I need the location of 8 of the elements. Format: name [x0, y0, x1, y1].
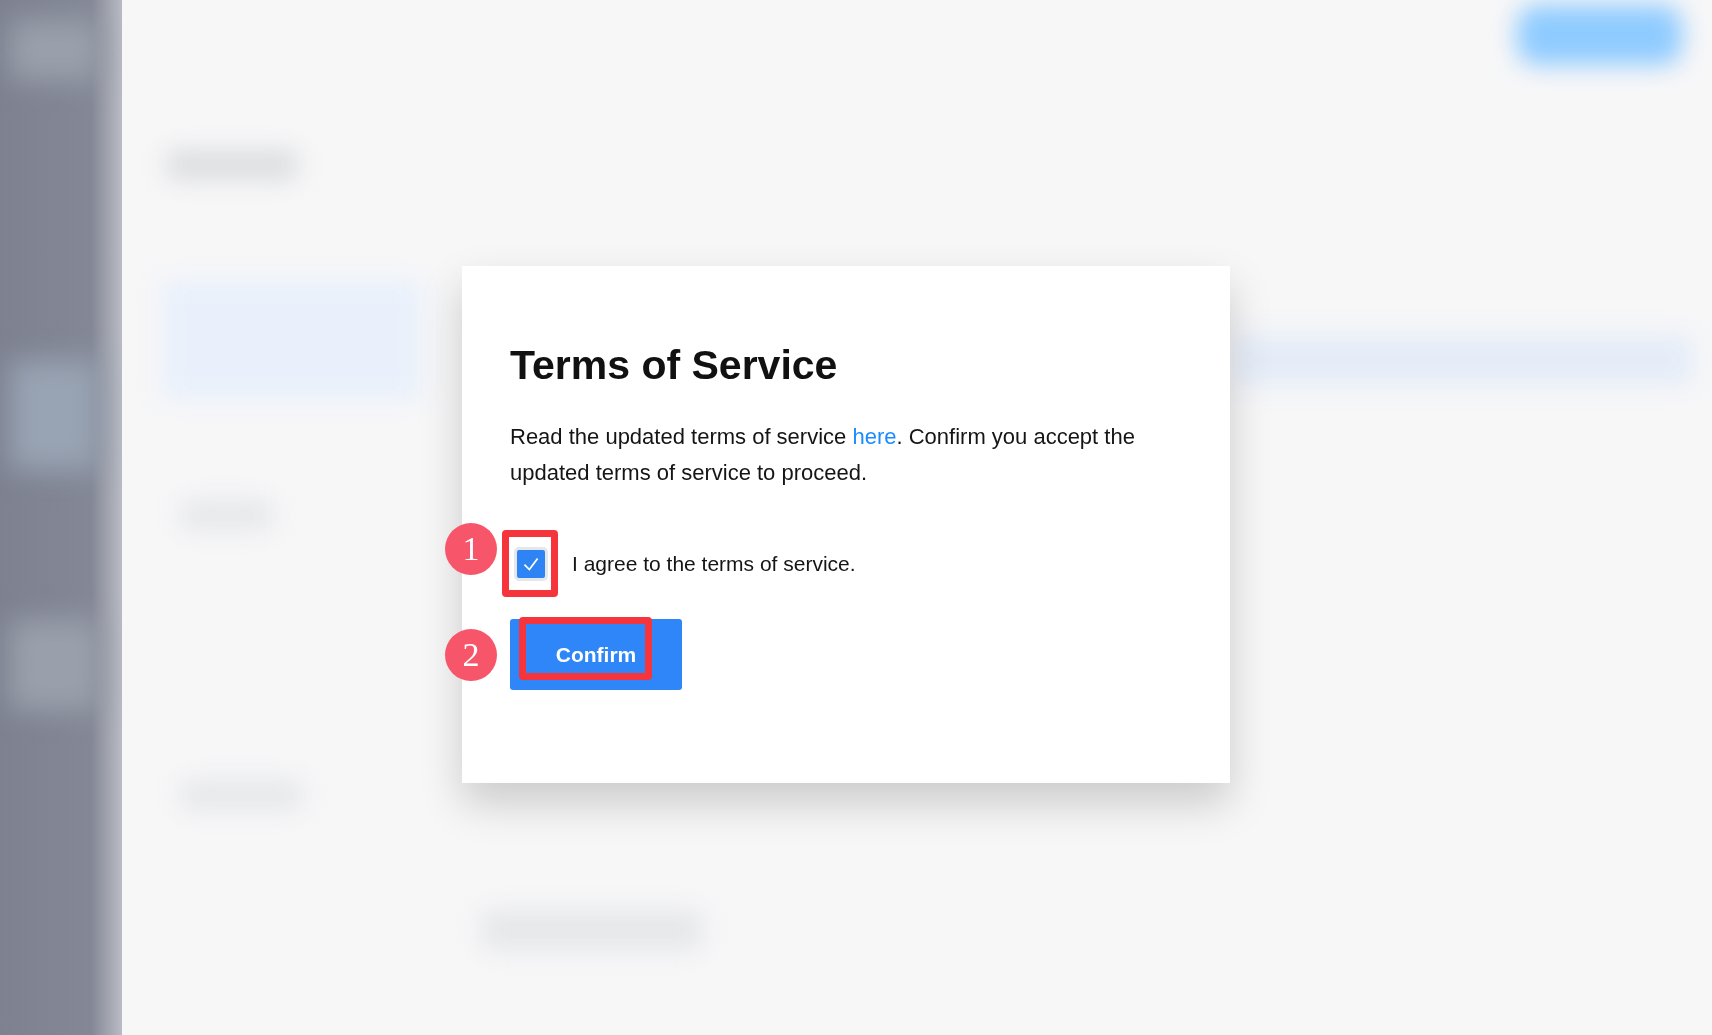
agree-label: I agree to the terms of service. [572, 552, 856, 577]
annotation-number: 1 [445, 523, 497, 575]
dialog-title: Terms of Service [510, 342, 839, 390]
dialog-text: Read the updated terms of service here. Confirm you accept the updated terms of service to proceed. [510, 423, 1136, 488]
terms-link[interactable]: here [852, 424, 897, 450]
annotation-number: 2 [445, 629, 497, 681]
highlight-box [502, 530, 558, 597]
checkbox[interactable] [514, 547, 548, 582]
